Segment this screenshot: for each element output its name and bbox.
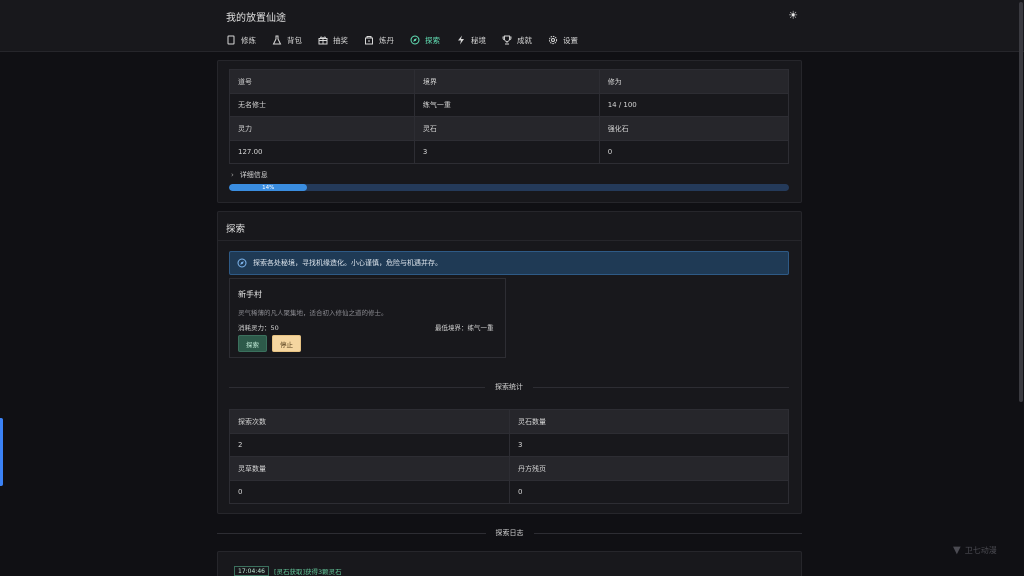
location-desc: 灵气稀薄的凡人聚集地，适合初入修仙之道的修士。 xyxy=(238,309,388,317)
top-header: 我的放置仙途 ☀ 修炼 背包 抽奖 炼丹 探索 秘境 成就 设置 xyxy=(0,0,1024,52)
nav-item-mijing[interactable]: 秘境 xyxy=(456,33,486,47)
table-header: 探索次数 xyxy=(229,409,510,434)
log-title: 探索日志 xyxy=(495,529,524,537)
cultivation-progress-bar: 14% xyxy=(229,184,789,191)
bolt-icon xyxy=(458,35,464,45)
nav-item-tansuo[interactable]: 探索 xyxy=(410,33,440,47)
location-min-realm: 最低境界：练气一重 xyxy=(435,324,494,332)
table-header: 强化石 xyxy=(598,116,790,141)
explore-button[interactable]: 探索 xyxy=(238,335,267,352)
explore-stats-table: 探索次数 灵石数量 2 3 灵草数量 丹方残页 0 0 xyxy=(229,409,789,504)
location-cost: 消耗灵力：50 xyxy=(238,324,279,332)
watermark-text: 卫七动漫 xyxy=(964,546,997,555)
nav-item-choujiang[interactable]: 抽奖 xyxy=(318,33,348,47)
table-cell: 127.00 xyxy=(229,140,415,164)
nav-item-liandan[interactable]: 炼丹 xyxy=(364,33,394,47)
page-scrollbar[interactable] xyxy=(1019,2,1023,402)
nav-label: 探索 xyxy=(425,35,440,45)
box-icon xyxy=(365,36,373,45)
main-nav: 修炼 背包 抽奖 炼丹 探索 秘境 成就 设置 xyxy=(226,33,594,47)
app-title: 我的放置仙途 xyxy=(226,13,286,24)
nav-label: 背包 xyxy=(287,35,302,45)
table-cell: 练气一重 xyxy=(413,93,600,117)
stats-divider: 探索统计 xyxy=(229,382,789,392)
nav-label: 秘境 xyxy=(471,35,486,45)
table-cell: 2 xyxy=(229,433,510,457)
log-timestamp: 17:04:46 xyxy=(234,566,269,576)
nav-label: 成就 xyxy=(517,35,532,45)
chevron-right-icon: › xyxy=(231,171,234,179)
table-header: 灵草数量 xyxy=(229,456,510,481)
log-text: [灵石获取]获得3颗灵石 xyxy=(273,568,342,576)
progress-fill: 14% xyxy=(229,184,308,191)
compass-icon xyxy=(410,35,420,45)
table-header: 道号 xyxy=(229,69,415,94)
divider-line xyxy=(533,532,802,534)
explore-info-alert: 探索各处秘境，寻找机缘造化。小心谨慎，危险与机遇并存。 xyxy=(229,251,789,275)
nav-label: 抽奖 xyxy=(333,35,348,45)
table-header: 丹方残页 xyxy=(509,456,789,481)
progress-label: 14% xyxy=(262,184,275,191)
divider-line xyxy=(217,532,486,534)
theme-toggle-sun-icon[interactable]: ☀ xyxy=(785,7,801,23)
nav-label: 炼丹 xyxy=(379,35,394,45)
stop-button[interactable]: 停止 xyxy=(272,335,301,352)
nav-item-chengjiu[interactable]: 成就 xyxy=(502,33,532,47)
table-header: 灵石数量 xyxy=(509,409,789,434)
table-cell: 3 xyxy=(509,433,789,457)
alert-text: 探索各处秘境，寻找机缘造化。小心谨慎，危险与机遇并存。 xyxy=(253,259,442,267)
location-name: 新手村 xyxy=(238,290,262,299)
table-cell: 无名修士 xyxy=(229,93,415,117)
gift-icon xyxy=(318,36,328,45)
table-cell: 0 xyxy=(598,140,790,164)
table-header: 灵石 xyxy=(413,116,600,141)
location-card: 新手村 灵气稀薄的凡人聚集地，适合初入修仙之道的修士。 消耗灵力：50 最低境界… xyxy=(229,278,506,358)
log-divider: 探索日志 xyxy=(217,528,802,538)
nav-label: 设置 xyxy=(563,35,578,45)
detail-info-label: 详细信息 xyxy=(239,171,268,179)
logo-mark-icon: ▼ xyxy=(953,545,961,556)
explore-title: 探索 xyxy=(226,224,246,235)
watermark-logo: ▼ 卫七动漫 xyxy=(953,545,997,556)
table-header: 灵力 xyxy=(229,116,415,141)
log-entry: 17:04:46 [灵石获取]获得3颗灵石 xyxy=(234,566,342,576)
table-cell: 14 / 100 xyxy=(598,93,790,117)
table-cell: 3 xyxy=(413,140,600,164)
stats-title: 探索统计 xyxy=(495,383,523,391)
table-cell: 0 xyxy=(509,480,789,504)
flask-icon xyxy=(272,35,282,45)
gear-icon xyxy=(548,35,558,45)
nav-item-xiulian[interactable]: 修炼 xyxy=(226,33,256,47)
table-header: 境界 xyxy=(413,69,600,94)
player-info-table: 道号 境界 修为 无名修士 练气一重 14 / 100 灵力 灵石 强化石 12… xyxy=(229,69,790,164)
nav-label: 修炼 xyxy=(241,35,256,45)
side-edge-tab[interactable] xyxy=(0,418,3,486)
divider-line xyxy=(533,386,789,388)
nav-item-shezhi[interactable]: 设置 xyxy=(548,33,578,47)
card-divider xyxy=(217,240,802,241)
table-header: 修为 xyxy=(598,69,790,94)
book-icon xyxy=(227,35,235,45)
compass-icon xyxy=(237,258,247,268)
nav-item-beibao[interactable]: 背包 xyxy=(272,33,302,47)
trophy-icon xyxy=(502,35,512,45)
table-cell: 0 xyxy=(229,480,510,504)
detail-info-toggle[interactable]: › 详细信息 xyxy=(231,170,268,180)
divider-line xyxy=(229,386,485,388)
